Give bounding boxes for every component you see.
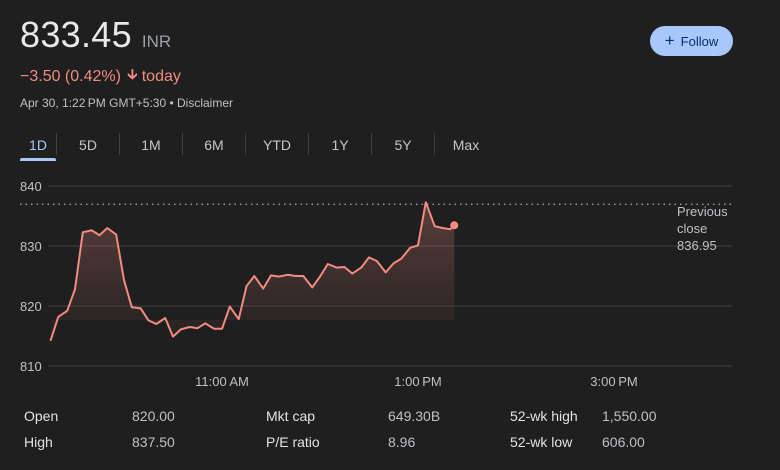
stat-value: 606.00 [602,434,645,450]
previous-close-label: Previous [677,204,728,219]
stat-label: 52-wk high [510,408,578,424]
follow-button[interactable]: + Follow [650,26,733,56]
stat-value: 820.00 [132,408,175,424]
y-tick-label: 840 [20,179,42,194]
stat-row: Open 820.00 Mkt cap 649.30B 52-wk high 1,550.… [0,408,780,432]
tab-5d[interactable]: 5D [57,128,119,162]
stat-value: 1,550.00 [602,408,657,424]
tab-1d[interactable]: 1D [20,128,56,162]
current-price-dot [450,221,459,230]
follow-button-label: Follow [680,33,719,49]
stat-row: High 837.50 P/E ratio 8.96 52-wk low 606.00 [0,434,780,458]
tab-5y[interactable]: 5Y [372,128,434,162]
plus-icon: + [664,31,675,50]
tab-ytd[interactable]: YTD [246,128,308,162]
stat-label: Mkt cap [266,408,316,424]
y-tick-label: 820 [20,299,42,314]
tab-1y[interactable]: 1Y [309,128,371,162]
range-tabs: 1D 5D 1M 6M YTD 1Y 5Y Max [20,128,497,162]
previous-close-value: 836.95 [677,238,717,253]
stat-value: 837.50 [132,434,175,450]
price-change: −3.50 (0.42%) [20,67,121,85]
stat-value: 8.96 [388,434,416,450]
stat-value: 649.30B [388,408,441,424]
stat-label: P/E ratio [266,434,320,450]
x-tick-label: 3:00 PM [590,374,637,389]
stat-label: Open [24,408,59,424]
stat-label: High [24,434,53,450]
price-row: 833.45 INR [20,14,171,56]
stat-label: 52-wk low [510,434,573,450]
price-area [50,202,455,341]
tab-max[interactable]: Max [435,128,497,162]
currency-label: INR [141,32,172,51]
change-period: today [141,67,181,85]
current-price: 833.45 [20,14,132,55]
tab-1m[interactable]: 1M [120,128,182,162]
price-chart[interactable]: 840 830 820 810 11:00 AM 1:00 PM 3:00 PM Previo… [0,170,780,402]
x-tick-label: 11:00 AM [195,374,249,389]
previous-close-label: close [677,221,707,236]
y-tick-label: 830 [20,239,42,254]
timestamp-disclaimer[interactable]: Apr 30, 1:22 PM GMT+5:30 • Disclaimer [20,96,233,110]
x-tick-label: 1:00 PM [394,374,441,389]
arrow-down-icon: 🡳 [126,66,138,83]
y-tick-label: 810 [20,359,42,374]
price-change-row: −3.50 (0.42%) 🡳 today [20,64,181,89]
tab-6m[interactable]: 6M [183,128,245,162]
